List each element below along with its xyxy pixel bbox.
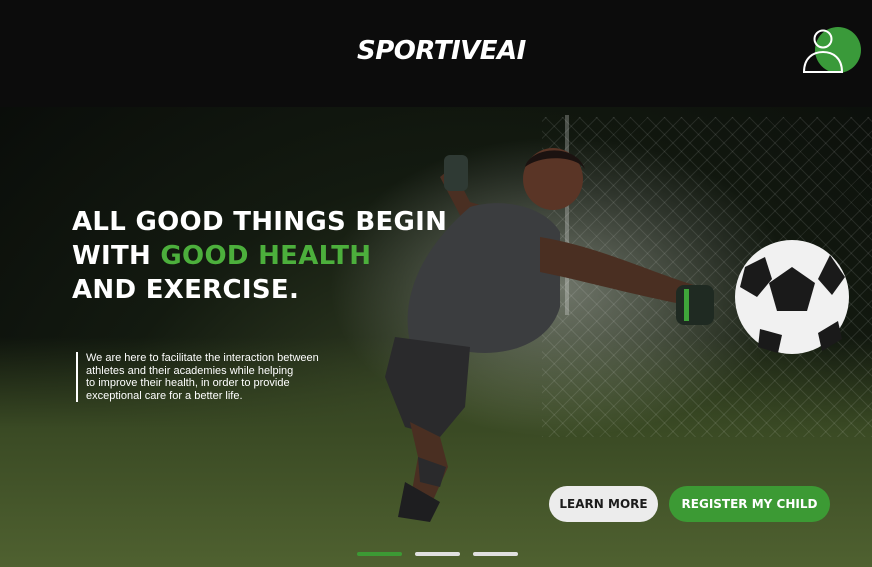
logo-suffix: AI	[497, 36, 526, 66]
headline-line-2: WITH GOOD HEALTH	[72, 239, 492, 273]
intro-line-3: to improve their health, in order to pro…	[86, 377, 290, 390]
hero-headline: ALL GOOD THINGS BEGIN WITH GOOD HEALTH A…	[72, 205, 492, 307]
headline-line-3: AND EXERCISE.	[72, 275, 300, 305]
register-my-child-button[interactable]: REGISTER MY CHILD	[669, 486, 830, 522]
carousel-dot-2[interactable]	[415, 552, 460, 556]
learn-more-button[interactable]: LEARN MORE	[549, 486, 658, 522]
logo-text: SPORTIVE	[357, 36, 498, 66]
intro-line-1: We are here to facilitate the interactio…	[86, 352, 319, 364]
user-icon	[802, 29, 844, 73]
headline-line-1: ALL GOOD THINGS BEGIN	[72, 207, 448, 237]
user-account-button[interactable]	[801, 25, 861, 77]
intro-line-2: athletes and their academies while helpi…	[86, 364, 294, 377]
hero-section: ALL GOOD THINGS BEGIN WITH GOOD HEALTH A…	[0, 107, 872, 567]
headline-line-2-prefix: WITH	[72, 241, 161, 271]
sportiveai-logo[interactable]: SPORTIVEAI	[357, 36, 526, 70]
hero-intro-text: We are here to facilitate the interactio…	[76, 352, 376, 403]
carousel-dot-3[interactable]	[473, 552, 518, 556]
site-header: SPORTIVEAI	[0, 0, 872, 107]
headline-accent: GOOD HEALTH	[160, 241, 372, 271]
carousel-dot-1[interactable]	[357, 552, 402, 556]
intro-line-4: exceptional care for a better life.	[86, 389, 243, 402]
carousel-indicators	[357, 552, 518, 556]
